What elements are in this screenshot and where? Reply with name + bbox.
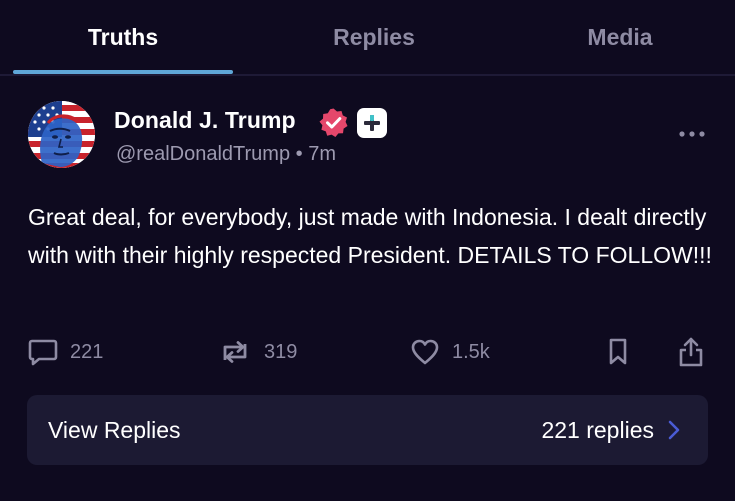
reply-count: 221 xyxy=(70,340,104,363)
retruth-button[interactable]: 319 xyxy=(218,337,297,367)
replies-count-text: 221 replies xyxy=(541,417,654,443)
chevron-right-icon xyxy=(668,420,680,440)
reply-button[interactable]: 221 xyxy=(28,337,103,367)
author-handle[interactable]: @realDonaldTrump xyxy=(116,143,290,165)
plus-badge-icon xyxy=(357,108,387,138)
author-name[interactable]: Donald J. Trump xyxy=(114,107,296,134)
profile-tabs: Truths Replies Media xyxy=(0,0,735,76)
view-replies-button[interactable]: View Replies 221 replies xyxy=(27,395,708,465)
bookmark-icon xyxy=(609,338,627,365)
share-icon xyxy=(679,337,703,367)
tab-media[interactable]: Media xyxy=(510,0,730,74)
separator-dot: • xyxy=(295,143,303,165)
like-button[interactable]: 1.5k xyxy=(410,337,490,367)
post-body-text: Great deal, for everybody, just made wit… xyxy=(28,204,712,268)
bookmark-button[interactable] xyxy=(604,337,632,367)
comment-icon xyxy=(28,339,58,366)
retruth-count: 319 xyxy=(264,340,298,363)
tab-truths[interactable]: Truths xyxy=(13,0,233,74)
tab-replies-label: Replies xyxy=(333,23,415,50)
like-count: 1.5k xyxy=(452,340,490,363)
verified-badge-icon xyxy=(318,107,349,138)
view-replies-label: View Replies xyxy=(48,417,181,443)
tab-truths-label: Truths xyxy=(87,23,159,50)
tab-media-label: Media xyxy=(587,23,653,50)
avatar[interactable] xyxy=(28,101,95,168)
author-handle-line: @realDonaldTrump • 7m xyxy=(116,143,336,166)
avatar-flag-portrait-image xyxy=(28,101,95,168)
heart-icon xyxy=(411,339,439,365)
tab-replies[interactable]: Replies xyxy=(263,0,485,74)
post-timestamp[interactable]: 7m xyxy=(308,143,336,165)
active-tab-indicator xyxy=(13,70,233,74)
more-options-icon[interactable] xyxy=(676,126,708,142)
retruth-icon xyxy=(223,341,247,363)
share-button[interactable] xyxy=(676,337,706,367)
